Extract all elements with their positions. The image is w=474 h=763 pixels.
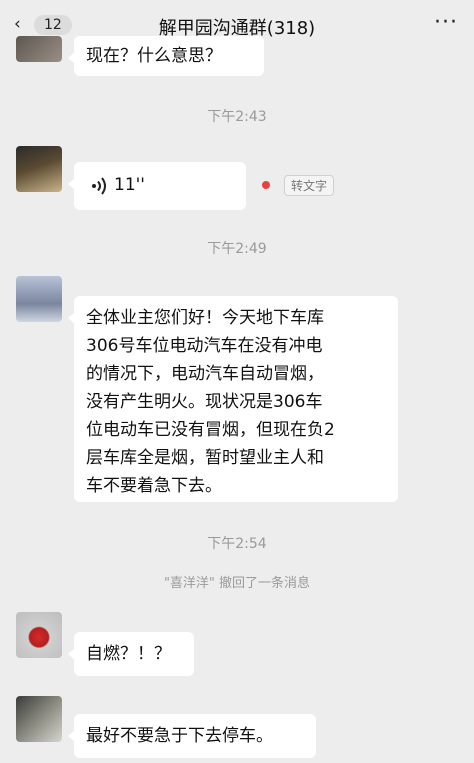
more-options-icon[interactable]: ···: [434, 10, 458, 35]
message-line: 306号车位电动汽车在没有冲电: [86, 336, 323, 356]
avatar[interactable]: [16, 36, 62, 62]
message-line: 的情况下，电动汽车自动冒烟，: [86, 364, 324, 384]
unread-voice-dot: [262, 181, 270, 189]
avatar[interactable]: [16, 146, 62, 192]
convert-to-text-button[interactable]: 转文字: [284, 175, 335, 196]
message-bubble[interactable]: 最好不要急于下去停车。: [68, 714, 316, 758]
message-bubble[interactable]: 自燃？！？: [68, 632, 194, 676]
avatar[interactable]: [16, 612, 62, 658]
message-line: 层车库全是烟，暂时望业主人和: [86, 448, 324, 468]
timestamp: 下午2:49: [207, 241, 267, 257]
sender-name: [76, 610, 132, 622]
message-bubble[interactable]: 现在？什么意思？: [68, 36, 264, 76]
message-line: 全体业主您们好！今天地下车库: [86, 308, 324, 328]
timestamp: 下午2:54: [207, 536, 267, 552]
message-line: 车不要着急下去。: [86, 476, 222, 496]
sender-name: [76, 144, 106, 156]
recall-notice: "喜洋洋" 撤回了一条消息: [163, 576, 311, 591]
timestamp: 下午2:43: [207, 109, 267, 125]
sender-name: [76, 274, 136, 286]
message-text: 现在？什么意思？: [86, 46, 222, 66]
voice-duration: 11'': [114, 175, 145, 195]
avatar[interactable]: [16, 696, 62, 742]
message-text: 自燃？！？: [86, 644, 171, 664]
avatar[interactable]: [16, 276, 62, 322]
message-line: 没有产生明火。现状况是306车: [86, 392, 323, 412]
message-text: 最好不要急于下去停车。: [86, 726, 273, 746]
sender-name: [76, 694, 106, 706]
message-bubble[interactable]: 全体业主您们好！今天地下车库 306号车位电动汽车在没有冲电 的情况下，电动汽车…: [68, 296, 398, 502]
message-line: 位电动车已没有冒烟，但现在负2: [86, 420, 335, 440]
voice-wave-icon: [92, 177, 106, 195]
voice-message-bubble[interactable]: 11'': [68, 162, 246, 210]
